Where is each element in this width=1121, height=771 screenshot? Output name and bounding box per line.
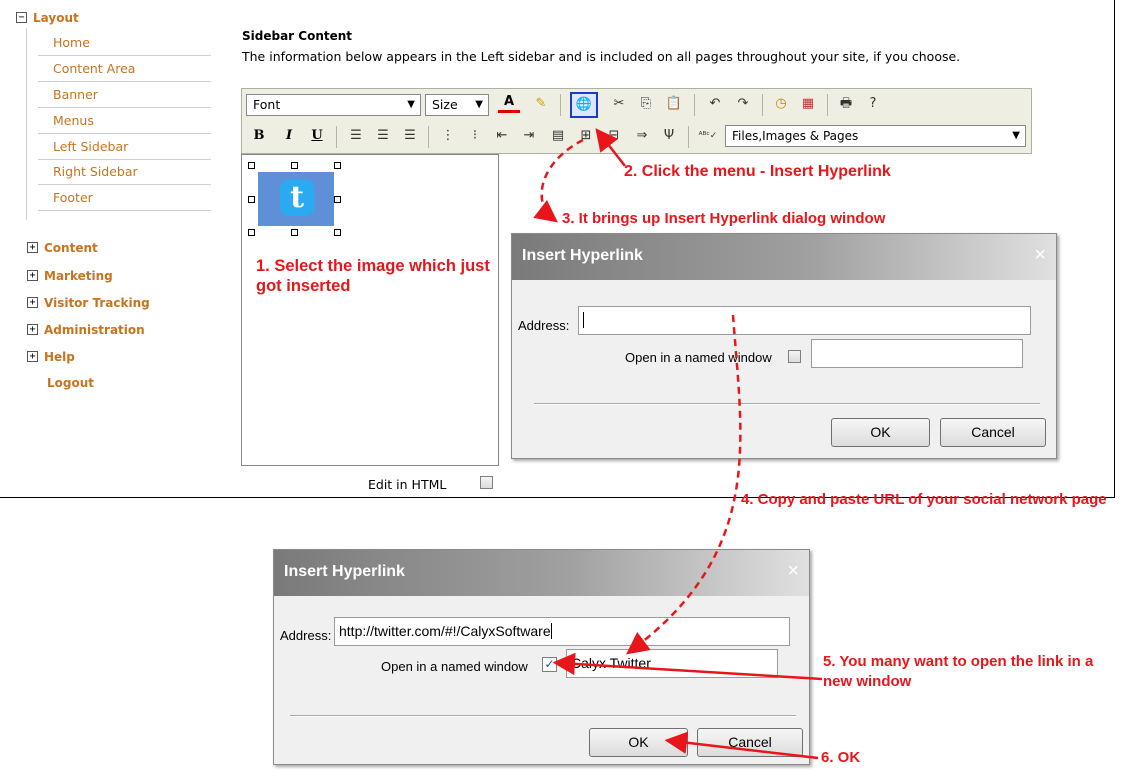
arrow-step5 [552,652,823,681]
arrow-step3 [533,138,584,223]
arrow-step4 [626,314,742,655]
arrow-step2 [595,128,626,167]
arrow-step6 [664,731,819,760]
annotation-arrows [533,128,823,760]
